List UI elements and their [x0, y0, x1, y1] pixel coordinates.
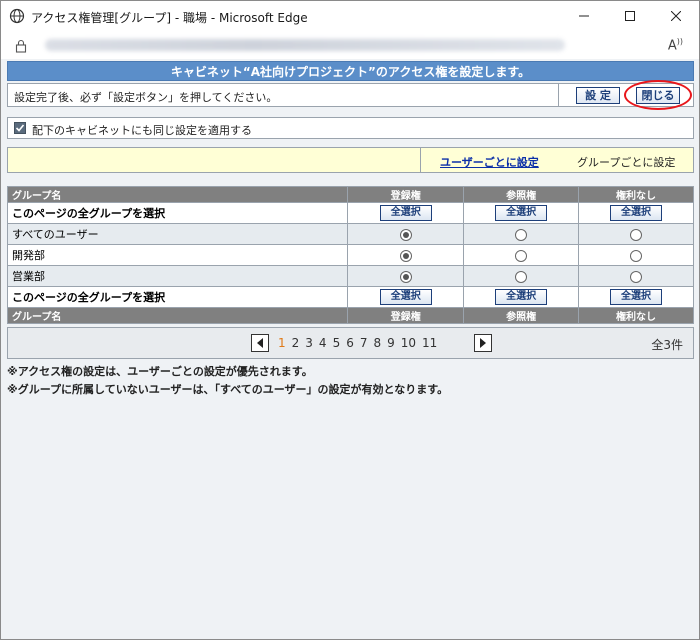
footnote: ※グループに所属していないユーザーは、「すべてのユーザー」の設定が有効となります…	[7, 383, 449, 396]
col-header-view: 参照権	[463, 307, 580, 324]
select-all-view-button[interactable]: 全選択	[495, 289, 548, 305]
mode-selector: ユーザーごとに設定 グループごとに設定	[7, 147, 694, 173]
apply-subcabinets-label: 配下のキャビネットにも同じ設定を適用する	[32, 124, 252, 137]
globe-icon	[9, 8, 25, 24]
page-link[interactable]: 7	[360, 336, 368, 350]
col-header-none: 権利なし	[578, 186, 694, 203]
table-row: すべてのユーザー	[6, 223, 694, 245]
by-group-label: グループごとに設定	[577, 156, 676, 169]
read-aloud-icon[interactable]: A))	[668, 37, 683, 53]
select-all-label: このページの全グループを選択	[6, 202, 349, 224]
close-button[interactable]: 閉じる	[636, 87, 680, 104]
page-link[interactable]: 2	[292, 336, 300, 350]
group-name: 開発部	[6, 244, 349, 266]
col-header-register: 登録権	[347, 186, 465, 203]
pagination: 1 2 3 4 5 6 7 8 9 10 11 全3件	[7, 327, 694, 359]
arrow-left-icon	[257, 338, 263, 348]
page-link[interactable]: 5	[333, 336, 341, 350]
notice-row: 設定完了後、必ず「設定ボタン」を押してください。 設 定 閉じる	[7, 80, 694, 110]
radio-none[interactable]	[630, 270, 643, 283]
radio-none[interactable]	[630, 228, 643, 241]
group-name: 営業部	[6, 265, 349, 287]
radio-view[interactable]	[515, 270, 528, 283]
table-row: 営業部	[6, 265, 694, 287]
page-link[interactable]: 9	[387, 336, 395, 350]
radio-register[interactable]	[399, 228, 412, 241]
select-all-register-button[interactable]: 全選択	[379, 205, 432, 221]
radio-register[interactable]	[399, 249, 412, 262]
col-header-group: グループ名	[6, 186, 349, 203]
select-all-label: このページの全グループを選択	[6, 286, 349, 308]
page-link[interactable]: 10	[401, 336, 416, 350]
set-button[interactable]: 設 定	[576, 87, 620, 104]
page-link[interactable]: 6	[346, 336, 354, 350]
maximize-button[interactable]	[607, 1, 653, 31]
page-link[interactable]: 8	[373, 336, 381, 350]
grid-header-top: グループ名 登録権 参照権 権利なし	[6, 186, 694, 203]
checkmark-icon	[15, 124, 25, 132]
maximize-icon	[625, 11, 635, 21]
group-name: すべてのユーザー	[6, 223, 349, 245]
notice-text: 設定完了後、必ず「設定ボタン」を押してください。	[14, 91, 278, 104]
footnote: ※アクセス権の設定は、ユーザーごとの設定が優先されます。	[7, 365, 313, 378]
apply-subcabinets-row: 配下のキャビネットにも同じ設定を適用する	[7, 117, 694, 139]
col-header-none: 権利なし	[578, 307, 694, 324]
select-all-none-button[interactable]: 全選択	[610, 205, 663, 221]
window-title: アクセス権管理[グループ] - 職場 - Microsoft Edge	[31, 11, 308, 25]
next-page-button[interactable]	[474, 334, 492, 352]
address-bar[interactable]: A))	[1, 31, 699, 59]
page-numbers: 1 2 3 4 5 6 7 8 9 10 11	[278, 336, 443, 350]
blurred-url	[45, 39, 565, 51]
radio-none[interactable]	[630, 249, 643, 262]
apply-subcabinets-checkbox[interactable]	[14, 122, 26, 134]
radio-register[interactable]	[399, 270, 412, 283]
by-user-link[interactable]: ユーザーごとに設定	[440, 154, 539, 170]
minimize-button[interactable]	[561, 1, 607, 31]
select-all-none-button[interactable]: 全選択	[610, 289, 663, 305]
close-window-button[interactable]	[653, 1, 699, 31]
access-grid: グループ名 登録権 参照権 権利なし このページの全グループを選択 全選択 全選…	[6, 186, 694, 324]
col-header-group: グループ名	[6, 307, 349, 324]
select-all-row: このページの全グループを選択 全選択 全選択 全選択	[6, 286, 694, 308]
select-all-register-button[interactable]: 全選択	[379, 289, 432, 305]
col-header-view: 参照権	[463, 186, 580, 203]
total-count: 全3件	[651, 338, 683, 352]
cell-divider	[420, 148, 421, 172]
select-all-row: このページの全グループを選択 全選択 全選択 全選択	[6, 202, 694, 224]
lock-icon	[15, 38, 27, 57]
page-link[interactable]: 11	[422, 336, 437, 350]
page-link[interactable]: 4	[319, 336, 327, 350]
arrow-right-icon	[480, 338, 486, 348]
radio-view[interactable]	[515, 249, 528, 262]
cell-divider	[558, 84, 559, 106]
grid-header-bottom: グループ名 登録権 参照権 権利なし	[6, 307, 694, 324]
close-icon	[671, 11, 681, 21]
page-banner: キャビネット“A社向けプロジェクト”のアクセス権を設定します。	[7, 61, 694, 81]
minimize-icon	[579, 15, 589, 17]
page-link[interactable]: 3	[305, 336, 313, 350]
radio-view[interactable]	[515, 228, 528, 241]
footnotes: ※アクセス権の設定は、ユーザーごとの設定が優先されます。 ※グループに所属してい…	[7, 363, 448, 399]
title-bar: アクセス権管理[グループ] - 職場 - Microsoft Edge	[1, 1, 699, 31]
prev-page-button[interactable]	[251, 334, 269, 352]
page-link[interactable]: 1	[278, 336, 286, 350]
col-header-register: 登録権	[347, 307, 465, 324]
table-row: 開発部	[6, 244, 694, 266]
browser-window: アクセス権管理[グループ] - 職場 - Microsoft Edge A)) …	[0, 0, 700, 640]
page-content: キャビネット“A社向けプロジェクト”のアクセス権を設定します。 設定完了後、必ず…	[1, 59, 699, 639]
select-all-view-button[interactable]: 全選択	[495, 205, 548, 221]
